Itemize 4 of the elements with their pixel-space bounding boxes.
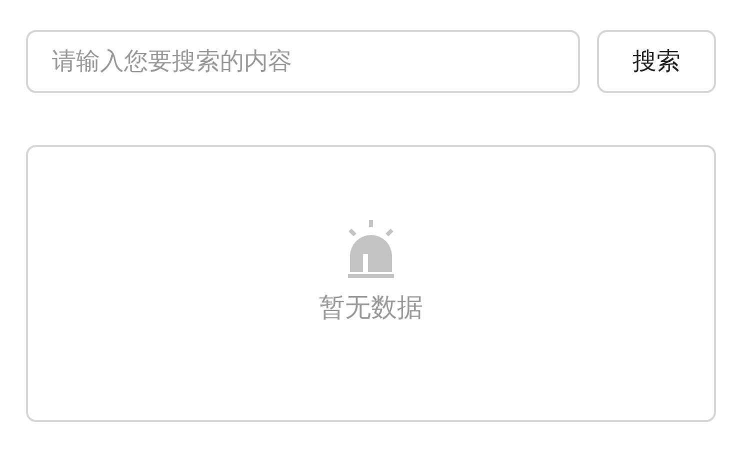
search-field[interactable]: 请输入您要搜索的内容: [26, 30, 580, 93]
alarm-light-icon: [346, 220, 396, 280]
search-button[interactable]: 搜索: [597, 30, 716, 93]
empty-message: 暂无数据: [319, 291, 423, 324]
